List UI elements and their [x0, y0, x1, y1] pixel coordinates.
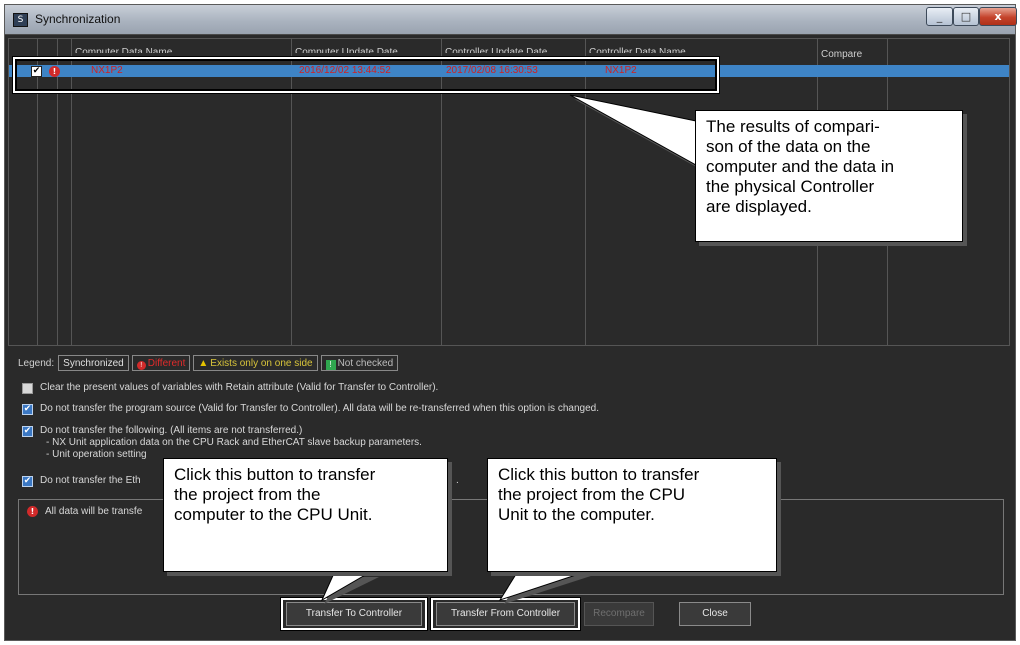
close-window-button[interactable]: x [979, 7, 1017, 26]
no-program-source-checkbox[interactable]: ✔ [22, 404, 33, 415]
column-header-controller-update-date[interactable]: Controller Update Date [445, 47, 547, 53]
maximize-button[interactable]: □ [953, 7, 979, 26]
title-bar: S Synchronization _ □ x [5, 5, 1017, 35]
message-text: All data will be transfe [45, 506, 143, 517]
legend: Legend: Synchronized ! Different ▲ Exists … [18, 354, 401, 372]
column-header-compare[interactable]: Compare [821, 49, 862, 60]
warning-icon: ▲ [198, 358, 209, 369]
legend-not-checked: ! Not checked [320, 355, 399, 371]
not-checked-icon: ! [325, 360, 336, 370]
column-header-computer-update-date[interactable]: Computer Update Date [295, 47, 398, 53]
callout-comparison-results: The results of compari- son of the data … [695, 110, 963, 242]
row-highlight-frame [12, 56, 720, 94]
callout-transfer-to: Click this button to transfer the projec… [163, 458, 448, 572]
close-button[interactable]: Close [679, 602, 751, 626]
transfer-to-controller-button[interactable]: Transfer To Controller [286, 602, 422, 626]
window-title: Synchronization [35, 12, 121, 26]
no-program-source-label: Do not transfer the program source (Vali… [40, 403, 599, 414]
no-following-label: Do not transfer the following. (All item… [40, 425, 303, 436]
no-following-detail-1: - NX Unit application data on the CPU Ra… [46, 437, 422, 448]
recompare-button[interactable]: Recompare [584, 602, 654, 626]
no-following-checkbox[interactable]: ✔ [22, 426, 33, 437]
legend-different: ! Different [131, 355, 191, 371]
no-ethernet-checkbox[interactable]: ✔ [22, 476, 33, 487]
legend-label: Legend: [18, 357, 55, 369]
app-icon: S [13, 13, 28, 27]
no-following-detail-2: - Unit operation setting [46, 449, 147, 460]
column-header-computer-data-name[interactable]: Computer Data Name [75, 47, 172, 53]
legend-one-side: ▲ Exists only on one side [193, 355, 318, 371]
callout-transfer-from: Click this button to transfer the projec… [487, 458, 777, 572]
no-ethernet-label-end: . [456, 475, 459, 486]
no-ethernet-label: Do not transfer the Eth [40, 475, 141, 486]
clear-values-checkbox[interactable] [22, 383, 33, 394]
transfer-from-controller-button[interactable]: Transfer From Controller [436, 602, 575, 626]
clear-values-label: Clear the present values of variables wi… [40, 382, 439, 393]
error-icon: ! [136, 361, 146, 370]
legend-synchronized: Synchronized [58, 355, 129, 371]
minimize-button[interactable]: _ [926, 7, 953, 26]
column-header-controller-data-name[interactable]: Controller Data Name [589, 47, 686, 53]
message-error-icon: ! [27, 506, 38, 517]
